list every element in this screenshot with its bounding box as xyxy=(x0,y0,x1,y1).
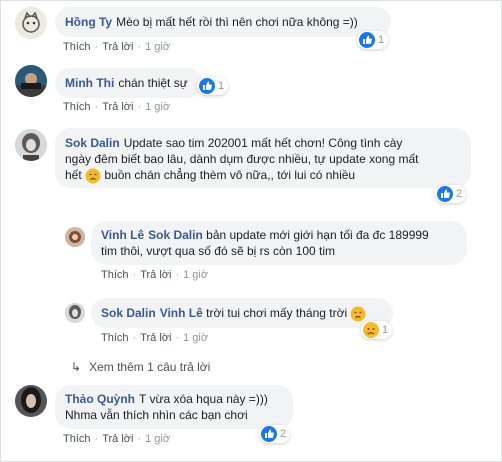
comment-thread: Hồng Ty Mèo bị mất hết rồi thì nên chơi n… xyxy=(0,0,502,462)
comment-actions: Thích · Trả lời · 1 giờ xyxy=(63,41,171,53)
reaction-number: 1 xyxy=(218,80,225,92)
reaction-number: 1 xyxy=(378,34,385,46)
like-icon xyxy=(359,32,375,48)
comment-bubble: Minh Thi chán thiệt sự xyxy=(55,68,203,98)
like-icon xyxy=(437,186,453,202)
reaction-count[interactable]: 2 xyxy=(259,425,291,443)
avatar[interactable] xyxy=(65,227,85,247)
reply-author[interactable]: Vinh Lê xyxy=(101,228,144,242)
reply-bubble: Vinh Lê Sok Dalin bản update mới giới hạn… xyxy=(91,221,467,265)
comment-text-line: ngày đêm biết bao lâu, dành dụm được nhi… xyxy=(65,152,419,166)
timestamp[interactable]: 1 giờ xyxy=(183,269,208,281)
comment-author[interactable]: Hồng Ty xyxy=(65,15,112,29)
comment-text-line: hết xyxy=(65,168,82,182)
view-more-label: Xem thêm 1 câu trả lời xyxy=(89,360,211,374)
avatar[interactable] xyxy=(15,129,47,161)
avatar[interactable] xyxy=(15,65,47,97)
comment-text-line: Nhma vẫn thích nhìn các bạn chơi xyxy=(65,408,248,422)
reaction-count[interactable]: 1 xyxy=(357,31,389,49)
comment-bubble: Sok Dalin Update sao tim 202001 mất hết c… xyxy=(55,128,471,188)
comment-actions: Thích · Trả lời · 1 giờ xyxy=(63,433,171,445)
reply-link[interactable]: Trả lời xyxy=(102,433,133,445)
comment-author[interactable]: Minh Thi xyxy=(65,76,114,90)
avatar[interactable] xyxy=(15,385,47,417)
reaction-count[interactable]: 2 xyxy=(435,185,467,203)
like-link[interactable]: Thích xyxy=(63,433,91,445)
reaction-number: 2 xyxy=(456,188,463,200)
comment-author[interactable]: Sok Dalin xyxy=(65,136,120,150)
comment-text-line: Update sao tim 202001 mất hết chơn! Công… xyxy=(123,136,403,150)
sad-emoji-icon xyxy=(350,306,366,322)
reply-actions: Thích · Trả lời · 1 giờ xyxy=(101,332,209,344)
comment-text-line: T vừa xóa hqua này =))) xyxy=(139,392,268,406)
reply-link[interactable]: Trả lời xyxy=(102,101,133,113)
reaction-count[interactable]: 1 xyxy=(197,77,229,95)
reply-text-line: tim thôi, vượt qua số đó sẽ bị rs còn 10… xyxy=(101,244,336,258)
mention-link[interactable]: Vinh Lê xyxy=(160,306,203,320)
like-link[interactable]: Thích xyxy=(101,332,129,344)
avatar[interactable] xyxy=(15,7,47,39)
comment-bubble: Thảo Quỳnh T vừa xóa hqua này =))) Nhma v… xyxy=(55,385,293,429)
like-link[interactable]: Thích xyxy=(63,41,91,53)
mention-link[interactable]: Sok Dalin xyxy=(148,228,203,242)
reaction-count[interactable]: 1 xyxy=(361,321,393,339)
sad-emoji-icon xyxy=(85,168,101,184)
comment-actions: Thích · Trả lời · 1 giờ xyxy=(63,101,171,113)
avatar[interactable] xyxy=(65,303,85,323)
reply-link[interactable]: Trả lời xyxy=(102,41,133,53)
reply-actions: Thích · Trả lời · 1 giờ xyxy=(101,269,209,281)
like-link[interactable]: Thích xyxy=(101,269,129,281)
like-icon xyxy=(199,78,215,94)
reply-text: trời tui chơi mấy tháng trời xyxy=(206,306,348,320)
comment-text-line: buồn chán chẳng thèm vô nữa,, tới lui có… xyxy=(104,168,356,182)
comment-text: Mèo bị mất hết rồi thì nên chơi nữa khôn… xyxy=(116,15,358,29)
timestamp[interactable]: 1 giờ xyxy=(183,332,208,344)
reply-bubble: Sok Dalin Vinh Lê trời tui chơi mấy tháng… xyxy=(91,298,393,328)
view-more-replies[interactable]: ↳ Xem thêm 1 câu trả lời xyxy=(71,360,210,374)
like-icon xyxy=(261,426,277,442)
reply-link[interactable]: Trả lời xyxy=(140,332,171,344)
timestamp[interactable]: 1 giờ xyxy=(145,433,170,445)
timestamp[interactable]: 1 giờ xyxy=(145,41,170,53)
reaction-number: 2 xyxy=(280,428,287,440)
comment-bubble: Hồng Ty Mèo bị mất hết rồi thì nên chơi n… xyxy=(55,7,391,37)
reply-author[interactable]: Sok Dalin xyxy=(101,306,156,320)
timestamp[interactable]: 1 giờ xyxy=(145,101,170,113)
reply-arrow-icon: ↳ xyxy=(71,360,82,374)
like-link[interactable]: Thích xyxy=(63,101,91,113)
reply-text-line: bản update mới giới hạn tối đa đc 189999 xyxy=(206,228,429,242)
reply-link[interactable]: Trả lời xyxy=(140,269,171,281)
comment-text: chán thiệt sự xyxy=(118,76,188,90)
sad-reaction-icon xyxy=(363,322,379,338)
comment-author[interactable]: Thảo Quỳnh xyxy=(65,392,135,406)
reaction-number: 1 xyxy=(382,324,389,336)
